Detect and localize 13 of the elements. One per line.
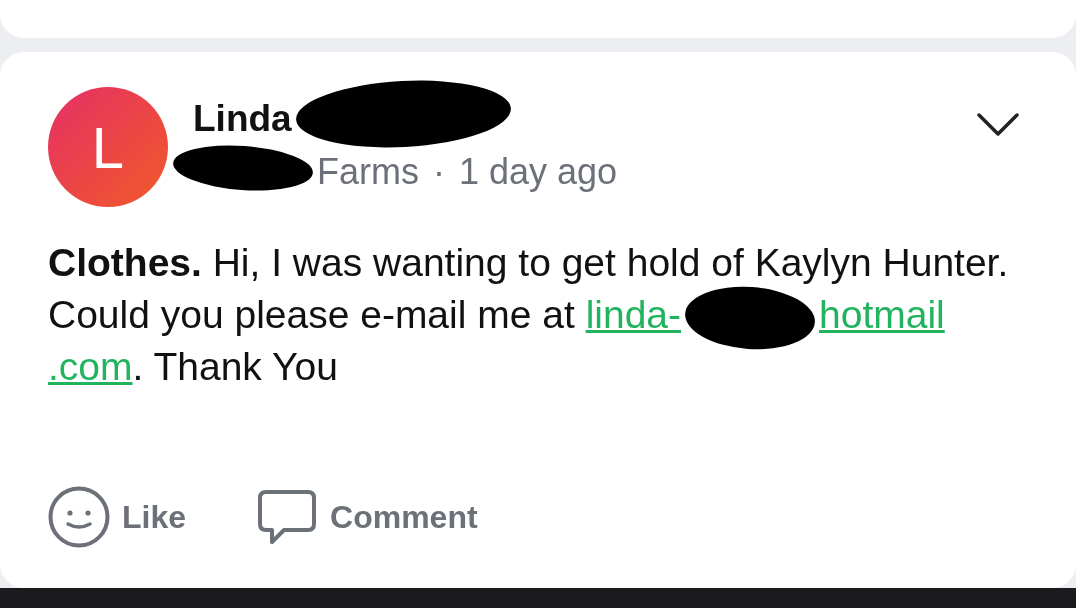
email-link[interactable]: .com xyxy=(48,345,133,388)
chevron-down-icon[interactable] xyxy=(976,112,1020,138)
comment-button[interactable]: Comment xyxy=(256,486,478,548)
email-link[interactable]: hotmail xyxy=(819,293,945,336)
smiley-icon xyxy=(48,486,110,548)
avatar[interactable]: L xyxy=(48,87,168,207)
author-name[interactable]: Linda xyxy=(193,98,292,140)
like-button[interactable]: Like xyxy=(48,486,187,548)
group-name[interactable]: Farms xyxy=(317,151,419,193)
email-link[interactable]: linda- xyxy=(585,293,681,336)
post-time: 1 day ago xyxy=(459,151,618,193)
separator: · xyxy=(433,151,445,193)
post-text: Clothes. Hi, I was wanting to get hold of Kaylyn Hunter. Could you please e-mail me at linda- hotmail .com. Thank You xyxy=(48,240,1010,390)
